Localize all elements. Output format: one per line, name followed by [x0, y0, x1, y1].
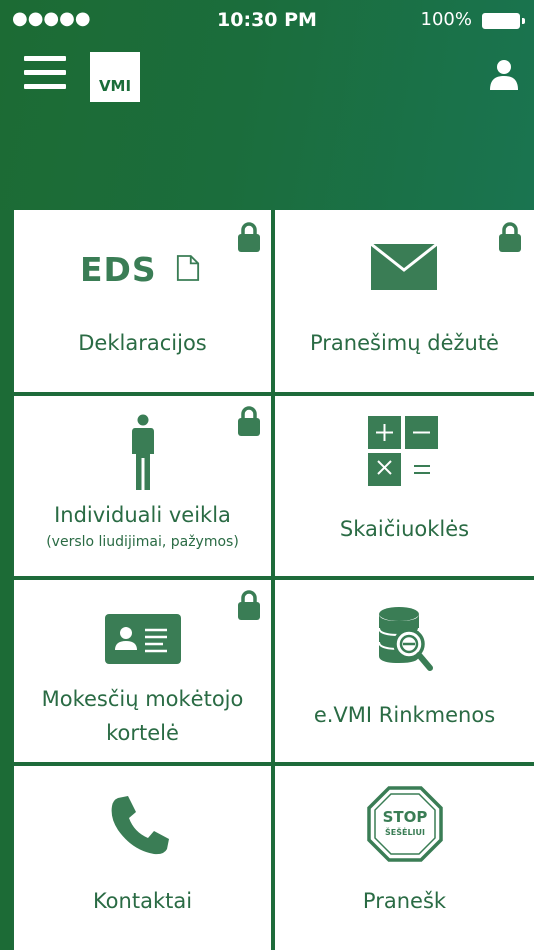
left-edge-strip	[0, 210, 12, 950]
tile-pranesimu-dezute[interactable]: Pranešimų dėžutė	[275, 210, 534, 392]
eds-logo-icon: EDS	[80, 250, 210, 289]
database-search-icon	[378, 607, 433, 671]
stop-sign-text: STOP	[382, 808, 428, 826]
tile-skaiciuokles[interactable]: Skaičiuoklės	[275, 396, 534, 576]
tile-grid: EDS Deklaracijos Pranešimų dėžutė Indivi…	[12, 210, 534, 950]
tile-pranesk[interactable]: STOP ŠEŠĖLIUI Pranešk	[275, 766, 534, 950]
calculator-icon	[368, 416, 438, 486]
user-icon[interactable]	[488, 58, 520, 90]
vmi-logo: VMI	[90, 52, 140, 102]
tile-label: Pranešk	[362, 889, 447, 913]
id-card-icon	[105, 614, 181, 664]
tile-label-line2: kortelė	[106, 721, 179, 745]
person-icon	[132, 414, 154, 490]
envelope-icon	[371, 244, 437, 290]
tile-individuali-veikla[interactable]: Individuali veikla (verslo liudijimai, p…	[14, 396, 271, 576]
tile-label: e.VMI Rinkmenos	[313, 703, 496, 727]
lock-icon	[499, 222, 521, 252]
lock-icon	[238, 406, 260, 436]
tile-label: Pranešimų dėžutė	[310, 331, 499, 355]
eds-logo-text: EDS	[80, 250, 157, 289]
tile-label: Kontaktai	[92, 889, 193, 913]
tile-sublabel: (verslo liudijimai, pažymos)	[46, 534, 239, 550]
battery-percentage: 100%	[420, 9, 472, 30]
phone-icon	[111, 796, 169, 855]
hamburger-menu-icon[interactable]	[24, 56, 66, 90]
app-header: ●●●●● 10:30 PM 100% VMI	[0, 0, 534, 210]
battery-icon	[482, 13, 525, 29]
tile-deklaracijos[interactable]: EDS Deklaracijos	[14, 210, 271, 392]
logo-text: VMI	[98, 77, 132, 95]
lock-icon	[238, 222, 260, 252]
tile-mokesciu-moketojo-kortele[interactable]: Mokesčių mokėtojo kortelė	[14, 580, 271, 762]
tile-kontaktai[interactable]: Kontaktai	[14, 766, 271, 950]
tile-label: Deklaracijos	[78, 331, 207, 355]
tile-label: Skaičiuoklės	[339, 517, 470, 541]
lock-icon	[238, 590, 260, 620]
tile-evmi-rinkmenos[interactable]: e.VMI Rinkmenos	[275, 580, 534, 762]
tile-label: Mokesčių mokėtojo	[41, 687, 244, 711]
stop-sign-subtext: ŠEŠĖLIUI	[385, 828, 425, 837]
tile-label: Individuali veikla	[54, 503, 231, 527]
status-bar: ●●●●● 10:30 PM 100%	[0, 0, 534, 40]
